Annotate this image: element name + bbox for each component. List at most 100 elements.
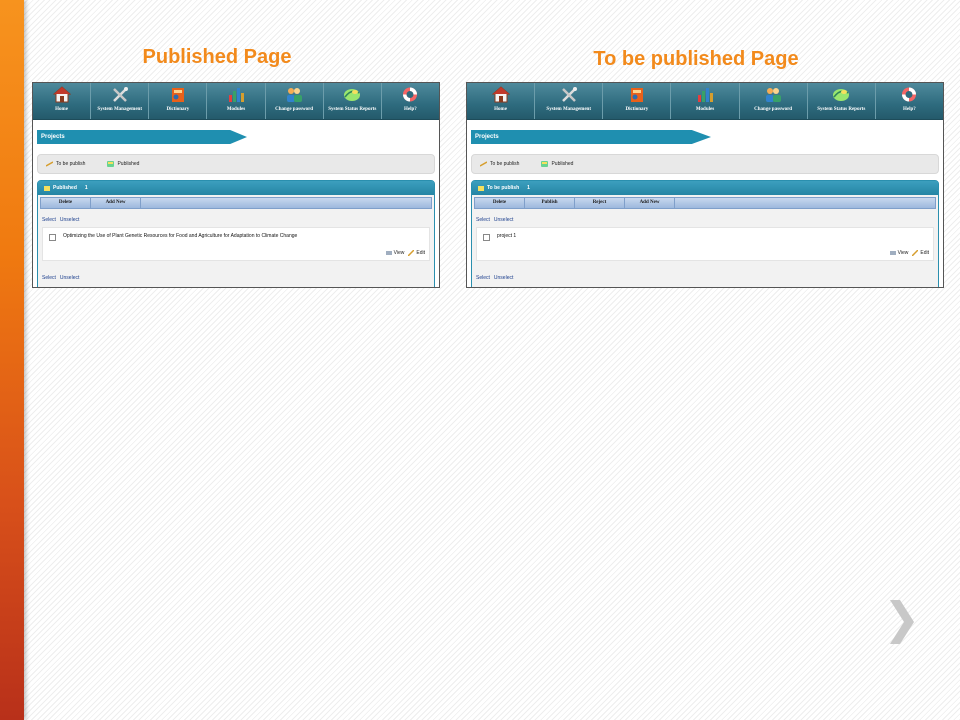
- nav-item-system-management[interactable]: System Management: [535, 83, 604, 119]
- report-icon: [344, 89, 361, 101]
- published-icon: [541, 161, 549, 167]
- select-controls-bottom: Select Unselect: [476, 273, 517, 283]
- edit-link[interactable]: Edit: [408, 250, 425, 256]
- filter-label: To be publish: [490, 161, 520, 167]
- left-accent-bar: [0, 0, 24, 720]
- view-label: View: [897, 250, 909, 256]
- lifebuoy-icon: [403, 87, 418, 102]
- nav-label: Dictionary: [166, 107, 190, 112]
- users-icon: [287, 88, 303, 102]
- published-icon: [107, 161, 115, 167]
- publish-button[interactable]: Publish: [525, 198, 575, 208]
- tools-icon: [112, 87, 128, 102]
- item-actions: View Edit: [382, 250, 425, 256]
- to-be-published-page-screenshot: Home System Management Dictionary Module…: [466, 82, 944, 288]
- list-header: To be publish 1: [472, 181, 938, 195]
- report-icon: [833, 89, 850, 101]
- folder-icon: [478, 186, 484, 191]
- edit-label: Edit: [416, 250, 425, 256]
- action-button-strip: Delete Publish Reject Add New: [474, 197, 936, 209]
- projects-ribbon: Projects: [471, 130, 711, 144]
- to-be-published-page-title: To be published Page: [593, 48, 799, 70]
- nav-item-change-password[interactable]: Change password: [740, 83, 808, 119]
- select-link[interactable]: Select: [476, 275, 490, 281]
- nav-item-modules[interactable]: Modules: [207, 83, 266, 119]
- nav-label: Change password: [275, 107, 314, 112]
- edit-link[interactable]: Edit: [912, 250, 929, 256]
- list-title: Published: [53, 185, 77, 191]
- published-page-title: Published Page: [142, 46, 292, 68]
- filter-published[interactable]: Published: [541, 161, 573, 167]
- nav-label: Home: [55, 107, 68, 112]
- nav-item-system-status-reports[interactable]: System Status Reports: [324, 83, 382, 119]
- delete-button[interactable]: Delete: [475, 198, 525, 208]
- action-button-strip: Delete Add New: [40, 197, 432, 209]
- select-controls-bottom: Select Unselect: [42, 273, 83, 283]
- filter-bar: To be publish Published: [471, 154, 939, 174]
- book-icon: [171, 88, 184, 102]
- home-icon: [491, 86, 510, 103]
- list-count: 1: [527, 185, 530, 191]
- unselect-link[interactable]: Unselect: [494, 275, 513, 281]
- select-link[interactable]: Select: [476, 217, 490, 223]
- filter-label: To be publish: [56, 161, 86, 167]
- nav-item-help[interactable]: Help?: [876, 83, 943, 119]
- nav-label: Modules: [695, 107, 715, 112]
- list-item: project 1 View Edit: [476, 227, 934, 261]
- filter-label: Published: [117, 161, 140, 167]
- nav-label: Home: [494, 107, 507, 112]
- projects-list: Published 1 Delete Add New Select Unsele…: [37, 180, 435, 287]
- nav-label: Help?: [404, 107, 417, 112]
- view-label: View: [393, 250, 405, 256]
- nav-item-system-management[interactable]: System Management: [91, 83, 150, 119]
- nav-item-change-password[interactable]: Change password: [266, 83, 324, 119]
- projects-list: To be publish 1 Delete Publish Reject Ad…: [471, 180, 939, 287]
- folder-icon: [44, 186, 50, 191]
- nav-item-system-status-reports[interactable]: System Status Reports: [808, 83, 876, 119]
- view-icon: [889, 251, 896, 255]
- select-link[interactable]: Select: [42, 217, 56, 223]
- nav-item-dictionary[interactable]: Dictionary: [149, 83, 208, 119]
- delete-button[interactable]: Delete: [41, 198, 91, 208]
- select-controls: Select Unselect: [42, 215, 83, 225]
- add-new-button[interactable]: Add New: [91, 198, 141, 208]
- edit-icon: [408, 250, 415, 256]
- view-link[interactable]: View: [385, 250, 405, 256]
- unselect-link[interactable]: Unselect: [494, 217, 513, 223]
- nav-item-home[interactable]: Home: [33, 83, 92, 119]
- unselect-link[interactable]: Unselect: [60, 217, 79, 223]
- reject-button[interactable]: Reject: [575, 198, 625, 208]
- item-checkbox[interactable]: [49, 234, 56, 241]
- nav-label: System Management: [546, 107, 591, 112]
- chart-icon: [697, 88, 713, 102]
- edit-label: Edit: [920, 250, 929, 256]
- nav-item-modules[interactable]: Modules: [671, 83, 740, 119]
- filter-bar: To be publish Published: [37, 154, 435, 174]
- nav-item-dictionary[interactable]: Dictionary: [603, 83, 672, 119]
- users-icon: [766, 88, 782, 102]
- nav-item-home[interactable]: Home: [467, 83, 536, 119]
- item-checkbox[interactable]: [483, 234, 490, 241]
- nav-item-help[interactable]: Help?: [382, 83, 439, 119]
- nav-label: Help?: [903, 107, 916, 112]
- filter-to-be-publish[interactable]: To be publish: [480, 161, 519, 167]
- view-link[interactable]: View: [889, 250, 909, 256]
- top-navbar: Home System Management Dictionary Module…: [33, 83, 439, 120]
- filter-to-be-publish[interactable]: To be publish: [46, 161, 85, 167]
- book-icon: [630, 88, 643, 102]
- filter-published[interactable]: Published: [107, 161, 139, 167]
- list-title: To be publish: [487, 185, 520, 191]
- add-new-button[interactable]: Add New: [625, 198, 675, 208]
- pencil-icon: [480, 161, 487, 167]
- pencil-icon: [46, 161, 53, 167]
- filter-label: Published: [551, 161, 574, 167]
- nav-label: Change password: [754, 107, 793, 112]
- nav-label: System Status Reports: [328, 107, 377, 112]
- next-slide-arrow-icon[interactable]: [886, 598, 916, 646]
- lifebuoy-icon: [902, 87, 917, 102]
- select-link[interactable]: Select: [42, 275, 56, 281]
- list-count: 1: [84, 185, 88, 191]
- unselect-link[interactable]: Unselect: [60, 275, 79, 281]
- published-page-screenshot: Home System Management Dictionary Module…: [32, 82, 440, 288]
- chart-icon: [228, 88, 244, 102]
